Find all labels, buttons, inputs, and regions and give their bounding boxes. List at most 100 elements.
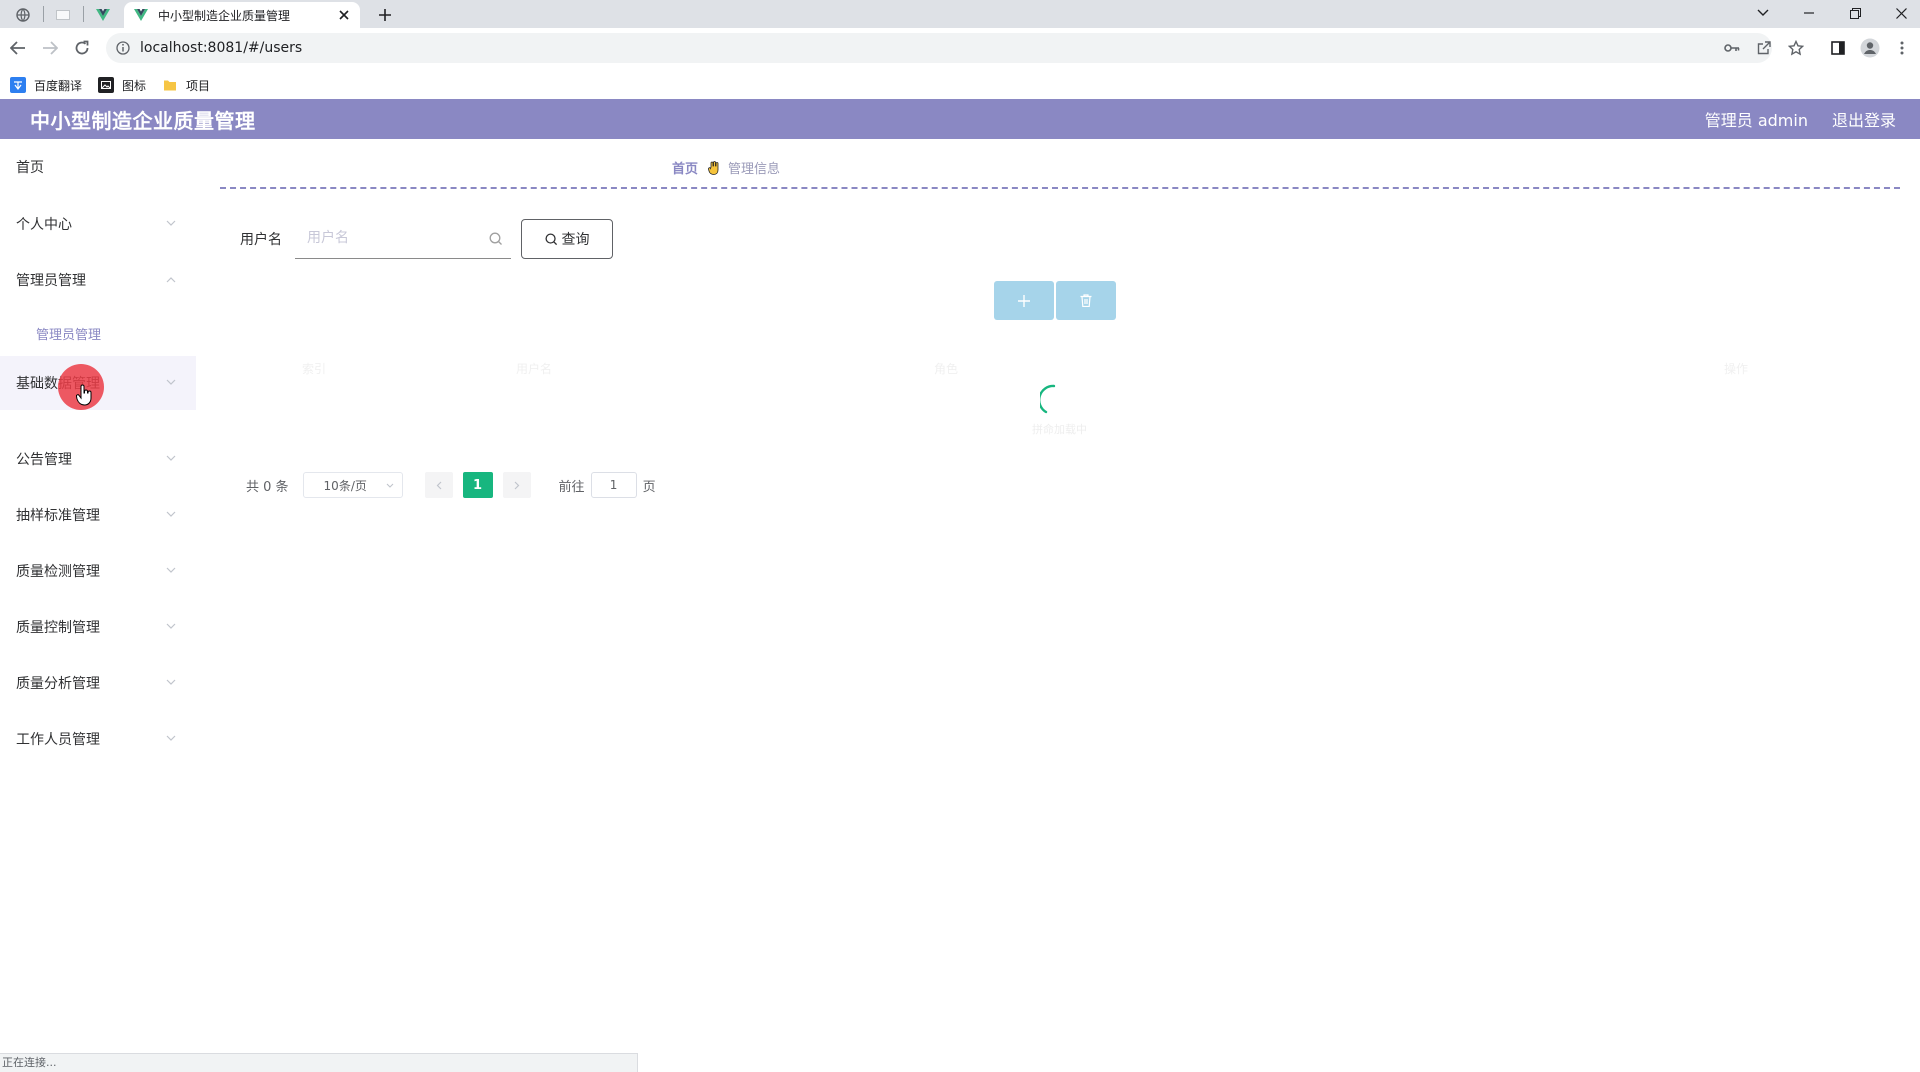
back-button[interactable] <box>6 36 30 60</box>
divider <box>220 187 1900 189</box>
reload-button[interactable] <box>70 36 94 60</box>
sidebar-item-label: 质量检测管理 <box>16 564 100 580</box>
username-search-box <box>295 219 511 259</box>
breadcrumb-current: 管理信息 <box>728 162 781 177</box>
bookmarks-bar: 百度翻译 图标 项目 <box>0 68 1920 100</box>
close-window-button[interactable] <box>1878 0 1920 26</box>
password-key-icon[interactable] <box>1720 36 1744 60</box>
chevron-up-icon <box>166 277 176 283</box>
bookmark-baidu-translate[interactable]: 百度翻译 <box>10 76 82 94</box>
tab-title: 中小型制造企业质量管理 <box>158 8 291 23</box>
sidebar-item-admin-management[interactable]: 管理员管理 <box>0 253 196 307</box>
sidebar-item-label: 工作人员管理 <box>16 732 100 748</box>
tab-active[interactable]: 中小型制造企业质量管理 <box>124 2 360 28</box>
goto-page-input[interactable] <box>590 472 637 498</box>
goto-label: 前往 <box>558 479 585 495</box>
table-header: 索引 用户名 角色 操作 <box>220 360 1900 382</box>
sidebar-item-quality-control[interactable]: 质量控制管理 <box>0 600 196 654</box>
trash-icon <box>1080 294 1092 307</box>
reload-icon <box>75 40 89 55</box>
chevron-left-icon <box>436 481 441 489</box>
more-menu-icon[interactable] <box>1890 36 1914 60</box>
pinned-tab-vue[interactable] <box>86 4 120 26</box>
pinned-tab-blank[interactable] <box>46 4 80 26</box>
minimize-icon <box>1804 12 1814 14</box>
chevron-down-icon <box>166 511 176 517</box>
sidebar-item-quality-inspection[interactable]: 质量检测管理 <box>0 544 196 598</box>
side-panel-icon[interactable] <box>1826 36 1850 60</box>
sidebar-item-personal-center[interactable]: 个人中心 <box>0 197 196 251</box>
sidebar-item-label: 首页 <box>16 160 44 176</box>
share-icon[interactable] <box>1752 36 1776 60</box>
chevron-down-icon <box>166 567 176 573</box>
sidebar-item-label: 抽样标准管理 <box>16 508 100 524</box>
sidebar-item-sampling-standard[interactable]: 抽样标准管理 <box>0 488 196 542</box>
profile-avatar-icon[interactable] <box>1858 36 1882 60</box>
search-form: 用户名 查询 <box>240 219 613 259</box>
loading-spinner-icon <box>1040 384 1056 414</box>
chevron-down-icon <box>166 455 176 461</box>
logout-button[interactable]: 退出登录 <box>1832 107 1896 131</box>
chevron-down-icon <box>1757 9 1769 16</box>
sidebar-item-quality-analysis[interactable]: 质量分析管理 <box>0 656 196 710</box>
hand-icon <box>708 160 719 175</box>
query-button-label: 查询 <box>561 232 590 248</box>
page-number-active[interactable]: 1 <box>462 472 493 498</box>
pagination: 共 0 条 10条/页 1 前往 页 <box>246 472 656 498</box>
folder-icon <box>162 77 178 93</box>
tab-search-button[interactable] <box>1740 0 1786 26</box>
forward-button[interactable] <box>38 36 62 60</box>
arrow-right-icon <box>43 41 58 55</box>
chevron-right-icon <box>514 481 519 489</box>
sidebar-menu: 首页 个人中心 管理员管理 管理员管理 基础数据管理 公告管理 抽样标准管理 质… <box>0 140 196 1056</box>
delete-button[interactable] <box>1056 281 1116 320</box>
page-size-select[interactable]: 10条/页 <box>302 472 403 498</box>
app-title: 中小型制造企业质量管理 <box>30 108 256 133</box>
chevron-down-icon <box>386 483 393 488</box>
chevron-down-icon <box>166 623 176 629</box>
translate-icon <box>10 77 26 93</box>
next-page-button[interactable] <box>502 472 531 498</box>
browser-tab-strip: 中小型制造企业质量管理 <box>0 0 1920 28</box>
bookmark-project-folder[interactable]: 项目 <box>162 76 210 94</box>
info-icon <box>116 41 130 55</box>
pinned-tab-globe[interactable] <box>6 4 40 26</box>
prev-page-button[interactable] <box>424 472 453 498</box>
pagination-total: 共 0 条 <box>246 479 289 495</box>
chevron-down-icon <box>166 379 176 385</box>
new-tab-button[interactable] <box>374 4 396 26</box>
username-search-input[interactable] <box>295 219 495 257</box>
table-actions <box>994 281 1118 320</box>
sidebar-subitem-admin-management[interactable]: 管理员管理 <box>0 311 196 355</box>
url-field[interactable]: localhost:8081/#/users <box>106 33 1772 63</box>
minimize-button[interactable] <box>1786 0 1832 26</box>
globe-icon <box>16 8 30 22</box>
sidebar-item-label: 质量控制管理 <box>16 620 100 636</box>
bookmark-star-icon[interactable] <box>1784 36 1808 60</box>
username-label: 用户名 <box>240 232 282 248</box>
sidebar-item-home[interactable]: 首页 <box>0 140 196 194</box>
sidebar-item-label: 公告管理 <box>16 452 72 468</box>
query-button[interactable]: 查询 <box>521 219 613 259</box>
bookmark-icons[interactable]: 图标 <box>98 76 146 94</box>
sidebar-item-label: 质量分析管理 <box>16 676 100 692</box>
hand-cursor-icon <box>76 384 92 406</box>
column-header-username: 用户名 <box>516 362 553 376</box>
sidebar-item-label: 管理员管理 <box>16 273 86 289</box>
address-bar-row: localhost:8081/#/users <box>0 28 1920 68</box>
search-icon <box>544 232 557 245</box>
chevron-down-icon <box>166 679 176 685</box>
chevron-down-icon <box>166 735 176 741</box>
breadcrumb-home[interactable]: 首页 <box>672 158 698 177</box>
close-tab-icon[interactable] <box>336 7 352 23</box>
restore-button[interactable] <box>1832 0 1878 26</box>
add-button[interactable] <box>994 281 1054 320</box>
column-header-role: 角色 <box>934 362 959 376</box>
search-icon <box>489 232 502 245</box>
bookmark-label: 图标 <box>122 78 147 93</box>
goto-suffix: 页 <box>642 479 656 495</box>
sidebar-item-staff-management[interactable]: 工作人员管理 <box>0 712 196 766</box>
breadcrumb: 首页 管理信息 <box>672 158 780 177</box>
sidebar-item-announcements[interactable]: 公告管理 <box>0 432 196 486</box>
url-text: localhost:8081/#/users <box>140 40 303 56</box>
